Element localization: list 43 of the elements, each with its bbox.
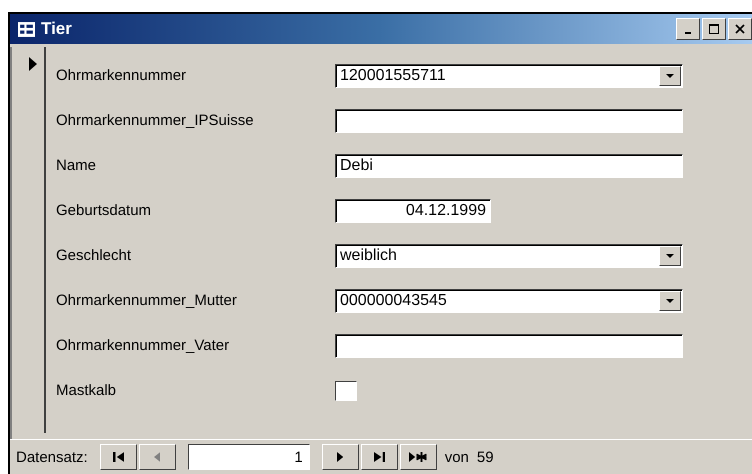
first-record-button[interactable]: [100, 444, 137, 470]
record-count: 59: [476, 448, 494, 466]
field-label: Mastkalb: [56, 382, 118, 399]
dropdown-button[interactable]: [659, 66, 681, 86]
field-label: Ohrmarkennummer_IPSuisse: [56, 112, 255, 129]
of-label: von: [444, 448, 469, 466]
caret-icon: [666, 298, 674, 302]
dropdown-button[interactable]: [659, 290, 681, 310]
last-icon: [374, 452, 385, 462]
maximize-icon: [709, 24, 719, 34]
record-label: Datensatz:: [16, 448, 88, 466]
dropdown-button[interactable]: [659, 246, 681, 266]
caret-icon: [666, 74, 674, 78]
combo-box[interactable]: weiblich: [335, 244, 683, 268]
text-field[interactable]: Debi: [335, 154, 683, 178]
minimize-icon: [685, 32, 691, 34]
field-label: Geschlecht: [56, 247, 132, 264]
new-icon: [409, 452, 427, 462]
field-label: Name: [56, 157, 98, 174]
minimize-button[interactable]: [676, 18, 700, 40]
form-icon: [18, 22, 35, 36]
field-label: Ohrmarkennummer_Mutter: [56, 292, 238, 309]
text-field[interactable]: [335, 334, 683, 358]
window-title: Tier: [41, 19, 73, 39]
combo-box[interactable]: 120001555711: [335, 64, 683, 88]
close-icon: [735, 24, 745, 34]
new-record-button[interactable]: [400, 444, 437, 470]
text-field[interactable]: [335, 108, 683, 132]
caret-icon: [666, 254, 674, 258]
checkbox[interactable]: [335, 380, 357, 400]
date-field[interactable]: 04.12.1999: [335, 198, 491, 222]
combo-box[interactable]: 000000043545: [335, 288, 683, 312]
first-icon: [112, 452, 124, 462]
next-icon: [337, 452, 344, 462]
record-number-field[interactable]: 1: [188, 444, 310, 470]
field-label: Ohrmarkennummer: [56, 67, 188, 84]
next-record-button[interactable]: [322, 444, 359, 470]
close-button[interactable]: [728, 18, 752, 40]
maximize-button[interactable]: [702, 18, 726, 40]
last-record-button[interactable]: [360, 444, 398, 470]
field-label: Ohrmarkennummer_Vater: [56, 337, 230, 354]
field-label: Geburtsdatum: [56, 202, 152, 219]
prev-icon: [154, 452, 160, 462]
